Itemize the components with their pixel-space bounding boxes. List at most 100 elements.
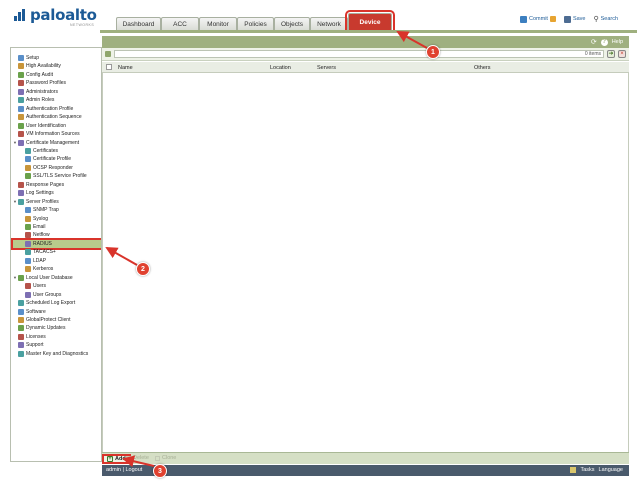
sidebar-item-label: Support [26, 342, 44, 349]
user-group-icon [25, 291, 31, 298]
master-key-icon [18, 350, 24, 357]
tab-dashboard[interactable]: Dashboard [116, 17, 161, 30]
column-others[interactable]: Others [474, 65, 491, 71]
sidebar-item-certificate-management[interactable]: ▼ Certificate Management [13, 139, 79, 147]
filter-input[interactable] [114, 50, 604, 58]
sidebar-item-dynamic-updates[interactable]: Dynamic Updates [13, 324, 65, 332]
sidebar-item-users[interactable]: Users [25, 282, 46, 290]
expand-toggle-icon[interactable]: ▼ [13, 199, 17, 204]
tab-policies[interactable]: Policies [237, 17, 274, 30]
sidebar-item-password-profiles[interactable]: Password Profiles [13, 79, 66, 87]
sidebar-item-label: Response Pages [26, 181, 65, 188]
tasks-icon [570, 467, 577, 473]
sidebar-item-label: Dynamic Updates [26, 325, 66, 332]
sidebar-item-user-groups[interactable]: User Groups [25, 291, 61, 299]
sidebar-item-certificate-profile[interactable]: Certificate Profile [25, 155, 71, 163]
sidebar-item-administrators[interactable]: Administrators [13, 88, 58, 96]
sidebar-item-email[interactable]: Email [25, 223, 46, 231]
sidebar-item-label: Certificates [33, 147, 59, 154]
logout-link[interactable]: Logout [125, 467, 142, 473]
sidebar-item-high-availability[interactable]: High Availability [13, 62, 61, 70]
tab-device[interactable]: Device [345, 10, 395, 33]
sidebar-item-support[interactable]: Support [13, 341, 44, 349]
support-icon [18, 342, 24, 349]
sidebar-item-netflow[interactable]: Netflow [25, 231, 50, 239]
delete-icon [126, 455, 131, 461]
sidebar-item-local-user-database[interactable]: ▼ Local User Database [13, 274, 73, 282]
logo-subtitle: NETWORKS [70, 23, 95, 27]
sidebar-item-label: TACACS+ [33, 249, 56, 256]
sidebar-item-label: Users [33, 283, 47, 290]
clone-label: Clone [162, 455, 177, 461]
tasks-link[interactable]: Tasks [580, 467, 594, 473]
sidebar-item-authentication-sequence[interactable]: Authentication Sequence [13, 113, 82, 121]
expand-toggle-icon[interactable]: ▼ [13, 140, 17, 145]
sidebar-item-authentication-profile[interactable]: Authentication Profile [13, 105, 73, 113]
sidebar-item-master-key-and-diagnostics[interactable]: Master Key and Diagnostics [13, 350, 88, 358]
sidebar-item-ocsp-responder[interactable]: OCSP Responder [25, 164, 73, 172]
certificate-icon [25, 147, 31, 154]
snmp-icon [25, 207, 31, 214]
commit-button[interactable]: Commit [520, 15, 556, 23]
status-footer: admin | Logout Tasks Language [102, 465, 629, 476]
sidebar-item-admin-roles[interactable]: Admin Roles [13, 96, 54, 104]
column-servers[interactable]: Servers [317, 65, 336, 71]
tab-monitor[interactable]: Monitor [199, 17, 237, 30]
refresh-icon[interactable]: ⟳ [591, 38, 597, 46]
auth-profile-icon [18, 105, 24, 112]
sidebar-item-config-audit[interactable]: Config Audit [13, 71, 53, 79]
expand-toggle-icon[interactable]: ▼ [13, 275, 17, 280]
sidebar-item-certificates[interactable]: Certificates [25, 147, 58, 155]
column-location[interactable]: Location [270, 65, 291, 71]
column-name[interactable]: Name [118, 65, 133, 71]
sidebar-item-tacacs[interactable]: TACACS+ [25, 248, 56, 256]
sidebar-item-server-profiles[interactable]: ▼ Server Profiles [13, 198, 59, 206]
sidebar-item-log-settings[interactable]: Log Settings [13, 189, 54, 197]
software-icon [18, 308, 24, 315]
sidebar-item-licenses[interactable]: Licenses [13, 333, 46, 341]
sidebar-item-label: Netflow [33, 232, 50, 239]
save-label: Save [572, 16, 586, 22]
clone-button[interactable]: Clone [155, 455, 176, 461]
commit-label: Commit [529, 16, 548, 22]
sidebar-item-snmp-trap[interactable]: SNMP Trap [25, 206, 59, 214]
tab-network[interactable]: Network [310, 17, 348, 30]
tab-objects[interactable]: Objects [274, 17, 310, 30]
sidebar-item-label: Master Key and Diagnostics [26, 350, 89, 357]
select-all-checkbox[interactable] [106, 64, 112, 70]
gear-icon [18, 55, 24, 61]
save-button[interactable]: Save [563, 15, 586, 23]
sidebar-item-radius[interactable]: RADIUS [11, 237, 101, 250]
sidebar-item-label: RADIUS [33, 240, 52, 247]
sidebar-nav: Setup High Availability Config Audit Passwo… [10, 47, 102, 462]
apply-filter-icon[interactable]: ➜ [607, 50, 615, 58]
panel-header: ⟳ ? Help [102, 36, 629, 48]
sidebar-item-label: Administrators [26, 88, 58, 95]
audit-icon [18, 71, 24, 78]
sidebar-item-response-pages[interactable]: Response Pages [13, 181, 64, 189]
help-link[interactable]: Help [612, 39, 623, 45]
header: paloalto NETWORKS Dashboard ACC Monitor … [0, 0, 637, 33]
sidebar-item-scheduled-log-export[interactable]: Scheduled Log Export [13, 299, 75, 307]
top-toolbar: Commit Save ⚲ Search [520, 15, 618, 23]
language-link[interactable]: Language [599, 467, 623, 473]
sidebar-item-setup[interactable]: Setup [13, 54, 39, 62]
sidebar-item-user-identification[interactable]: User Identification [13, 122, 66, 130]
sidebar-item-vm-information-sources[interactable]: VM Information Sources [13, 130, 80, 138]
key-icon [18, 80, 24, 87]
tab-acc[interactable]: ACC [161, 17, 199, 30]
clear-filter-icon[interactable]: × [618, 50, 626, 58]
sidebar-item-kerberos[interactable]: Kerberos [25, 265, 53, 273]
items-count: 0 items [584, 51, 601, 57]
user-icon [25, 283, 31, 290]
sidebar-item-globalprotect-client[interactable]: GlobalProtect Client [13, 316, 70, 324]
role-icon [18, 97, 24, 104]
help-icon[interactable]: ? [600, 38, 608, 46]
sidebar-item-software[interactable]: Software [13, 308, 46, 316]
sidebar-item-ldap[interactable]: LDAP [25, 257, 46, 265]
search-button[interactable]: ⚲ Search [594, 15, 619, 23]
sidebar-item-ssl-tls-service-profile[interactable]: SSL/TLS Service Profile [25, 172, 87, 180]
sidebar-item-syslog[interactable]: Syslog [25, 215, 48, 223]
logo-mark-icon [14, 9, 28, 21]
delete-button[interactable]: Delete [126, 455, 149, 461]
